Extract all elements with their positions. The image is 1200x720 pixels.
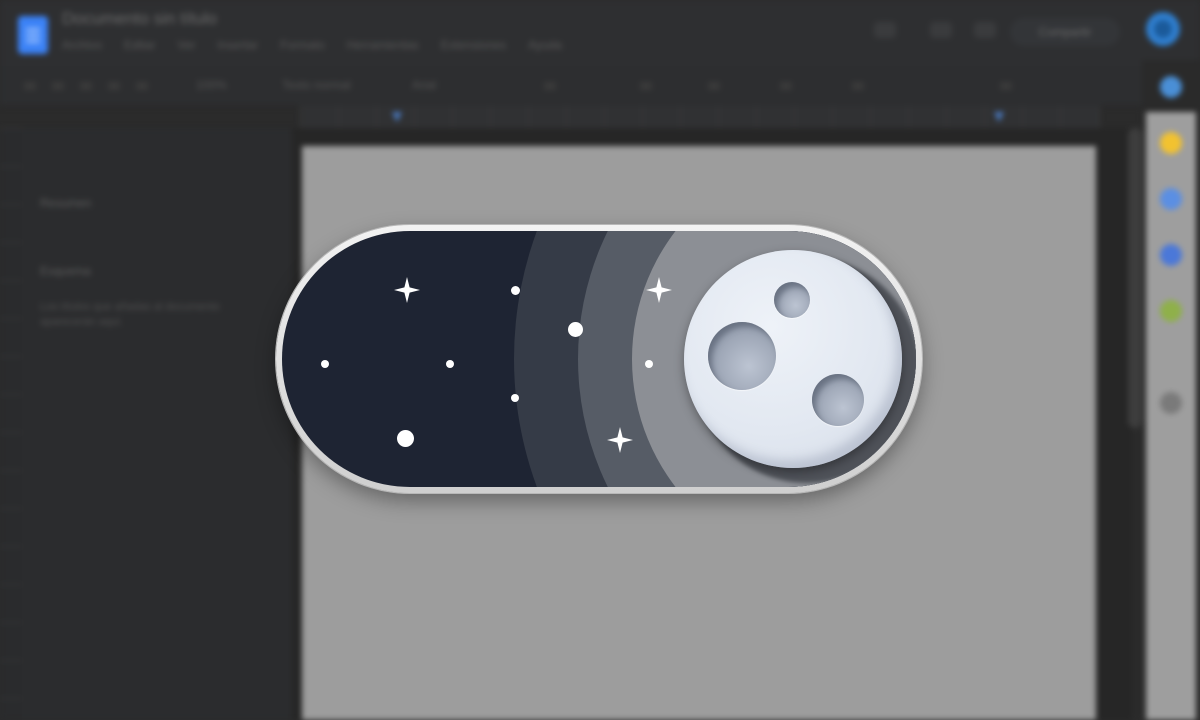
sparkle-icon [394, 277, 420, 303]
add-on-icon[interactable] [1160, 392, 1182, 414]
share-button[interactable]: Compartir [1010, 18, 1120, 46]
meet-icon[interactable] [974, 22, 996, 38]
moon-crater [774, 282, 810, 318]
redo-icon[interactable] [52, 82, 64, 90]
star-icon [511, 286, 520, 295]
app-header: Documento sin título Archivo Editar Ver … [0, 0, 1200, 66]
link-icon[interactable] [780, 82, 792, 90]
font-size-icon[interactable] [544, 82, 556, 90]
moon-icon[interactable] [684, 250, 902, 468]
menu-item-file[interactable]: Archivo [62, 38, 102, 52]
menu-item-format[interactable]: Formato [280, 38, 325, 52]
moon-crater [812, 374, 864, 426]
toggle-track [282, 231, 916, 487]
undo-icon[interactable] [24, 82, 36, 90]
calendar-icon[interactable] [1160, 76, 1182, 98]
docs-logo-icon [18, 16, 48, 54]
print-icon[interactable] [80, 82, 92, 90]
avatar[interactable] [1146, 12, 1180, 46]
menu-item-help[interactable]: Ayuda [528, 38, 562, 52]
star-icon [446, 360, 454, 368]
scrollbar[interactable] [1128, 128, 1142, 428]
keep-icon[interactable] [1160, 132, 1182, 154]
menu-item-edit[interactable]: Editar [124, 38, 155, 52]
star-icon [511, 394, 519, 402]
align-icon[interactable] [852, 82, 864, 90]
menu-item-extensions[interactable]: Extensiones [441, 38, 506, 52]
font-select[interactable]: Arial [412, 78, 436, 92]
spellcheck-icon[interactable] [108, 82, 120, 90]
menu-bar: Archivo Editar Ver Insertar Formato Herr… [62, 38, 562, 52]
star-icon [397, 430, 414, 447]
tasks-icon[interactable] [1160, 188, 1182, 210]
outline-heading: Esquema [40, 264, 91, 278]
horizontal-ruler [300, 106, 1100, 128]
bold-icon[interactable] [640, 82, 652, 90]
outline-sidebar: Resumen Esquema Los títulos que añadas a… [22, 128, 292, 720]
contacts-icon[interactable] [1160, 244, 1182, 266]
summary-heading: Resumen [40, 196, 92, 210]
zoom-select[interactable]: 100% [196, 78, 227, 92]
menu-item-view[interactable]: Ver [177, 38, 195, 52]
maps-icon[interactable] [1160, 300, 1182, 322]
outline-empty-note: Los títulos que añadas al documento apar… [40, 301, 220, 328]
text-color-icon[interactable] [708, 82, 720, 90]
history-icon[interactable] [874, 22, 896, 38]
menu-item-insert[interactable]: Insertar [217, 38, 258, 52]
style-select[interactable]: Texto normal [282, 78, 351, 92]
dark-mode-toggle[interactable] [276, 225, 922, 493]
moon-crater [708, 322, 776, 390]
comment-icon[interactable] [930, 22, 952, 38]
paint-format-icon[interactable] [136, 82, 148, 90]
formatting-toolbar: 100% Texto normal Arial [0, 66, 1200, 107]
editing-mode-icon[interactable] [1000, 82, 1012, 90]
menu-item-tools[interactable]: Herramientas [347, 38, 419, 52]
vertical-ruler [0, 128, 22, 720]
star-icon [321, 360, 329, 368]
side-panel-rail [1142, 60, 1200, 720]
star-icon [568, 322, 583, 337]
star-icon [645, 360, 653, 368]
document-title[interactable]: Documento sin título [62, 9, 217, 29]
